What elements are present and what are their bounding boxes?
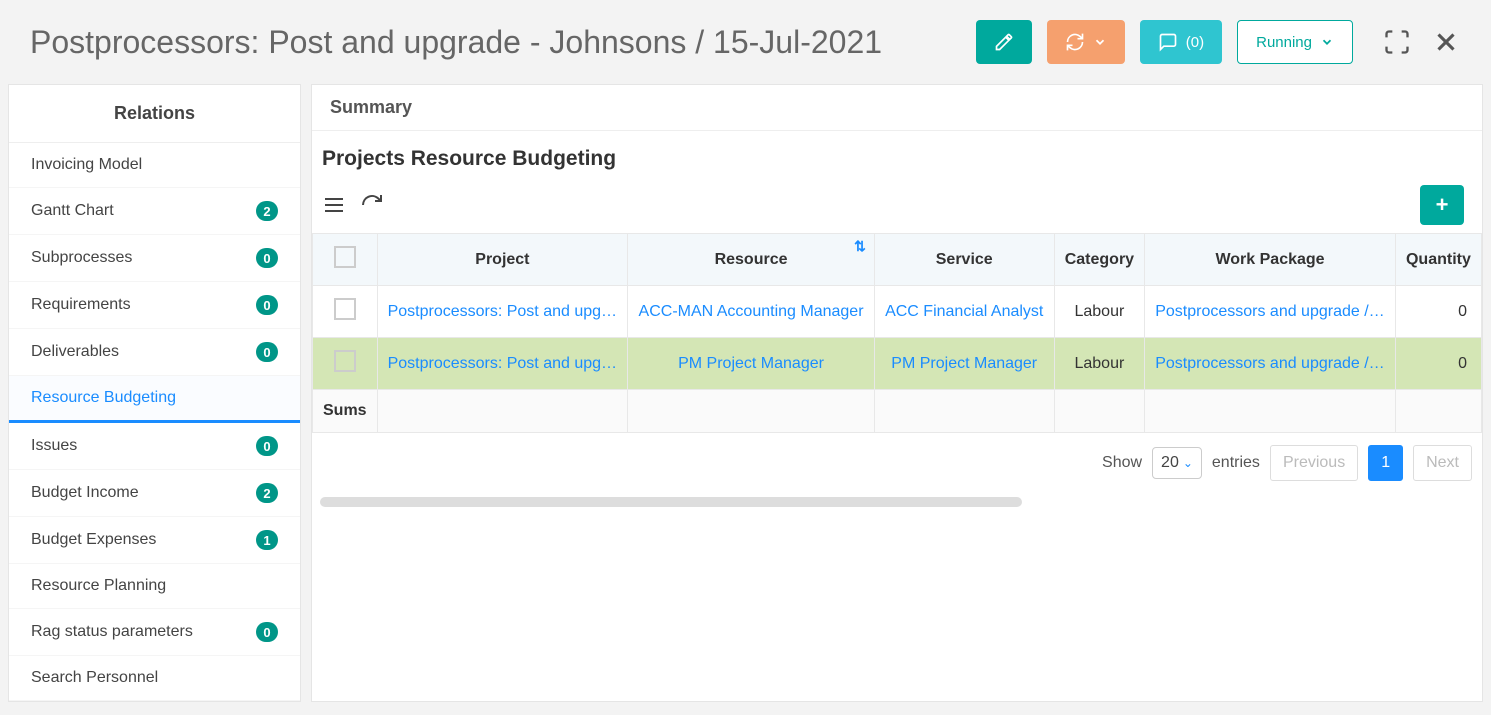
- sidebar-item-label: Gantt Chart: [31, 202, 114, 220]
- entries-label: entries: [1212, 454, 1260, 472]
- row-checkbox[interactable]: [313, 338, 378, 390]
- sidebar-item-label: Issues: [31, 437, 77, 455]
- cell-work-package[interactable]: Postprocessors and upgrade / …: [1145, 286, 1396, 338]
- status-dropdown-button[interactable]: Running: [1237, 20, 1353, 64]
- sync-icon: [1065, 32, 1085, 52]
- pencil-icon: [994, 32, 1014, 52]
- pagination: Show 20 ⌄ entries Previous 1 Next: [312, 433, 1482, 493]
- table-toolbar: +: [312, 177, 1482, 233]
- sidebar-item-label: Resource Planning: [31, 577, 166, 595]
- comment-icon: [1158, 32, 1178, 52]
- cell-quantity: 0: [1395, 286, 1481, 338]
- count-badge: 2: [256, 483, 278, 503]
- main-panel: Summary Projects Resource Budgeting +: [311, 84, 1483, 702]
- sidebar-header: Relations: [9, 85, 300, 143]
- sidebar-item-budget-income[interactable]: Budget Income 2: [9, 470, 300, 517]
- page-1-button[interactable]: 1: [1368, 445, 1403, 481]
- page-header: Postprocessors: Post and upgrade - Johns…: [0, 0, 1491, 84]
- col-work-package[interactable]: Work Package: [1145, 234, 1396, 286]
- col-quantity[interactable]: Quantity: [1395, 234, 1481, 286]
- close-icon[interactable]: [1431, 27, 1461, 57]
- cell-service[interactable]: PM Project Manager: [874, 338, 1054, 390]
- sidebar-item-label: Subprocesses: [31, 249, 132, 267]
- sidebar-item-label: Budget Expenses: [31, 531, 156, 549]
- sidebar-item-resource-budgeting[interactable]: Resource Budgeting: [9, 376, 300, 423]
- chevron-down-icon: [1093, 35, 1107, 49]
- sidebar-item-label: Deliverables: [31, 343, 119, 361]
- comments-count: (0): [1186, 34, 1204, 51]
- sync-dropdown-button[interactable]: [1047, 20, 1125, 64]
- sidebar-item-requirements[interactable]: Requirements 0: [9, 282, 300, 329]
- next-page-button[interactable]: Next: [1413, 445, 1472, 481]
- summary-tab[interactable]: Summary: [312, 85, 1482, 131]
- count-badge: 1: [256, 530, 278, 550]
- cell-resource[interactable]: PM Project Manager: [628, 338, 875, 390]
- resource-budgeting-table: Project Resource⇅ Service Category Work …: [312, 233, 1482, 433]
- page-size-select[interactable]: 20 ⌄: [1152, 447, 1202, 479]
- refresh-icon[interactable]: [360, 193, 384, 217]
- col-project[interactable]: Project: [377, 234, 628, 286]
- add-button[interactable]: +: [1420, 185, 1464, 225]
- sidebar-item-issues[interactable]: Issues 0: [9, 423, 300, 470]
- col-category[interactable]: Category: [1054, 234, 1145, 286]
- cell-work-package[interactable]: Postprocessors and upgrade / …: [1145, 338, 1396, 390]
- sidebar-item-label: Budget Income: [31, 484, 139, 502]
- plus-icon: +: [1436, 192, 1449, 217]
- table-row[interactable]: Postprocessors: Post and upgr… ACC-MAN A…: [313, 286, 1482, 338]
- sidebar-item-search-personnel[interactable]: Search Personnel: [9, 656, 300, 701]
- horizontal-scrollbar[interactable]: [320, 497, 1022, 507]
- count-badge: 0: [256, 436, 278, 456]
- sidebar-item-label: Resource Budgeting: [31, 389, 176, 407]
- comments-button[interactable]: (0): [1140, 20, 1222, 64]
- table-row[interactable]: Postprocessors: Post and upgr… PM Projec…: [313, 338, 1482, 390]
- chevron-down-icon: ⌄: [1183, 456, 1193, 470]
- fullscreen-icon[interactable]: [1383, 28, 1411, 56]
- sidebar-item-label: Invoicing Model: [31, 156, 142, 174]
- chevron-down-icon: [1320, 35, 1334, 49]
- sidebar-item-label: Requirements: [31, 296, 131, 314]
- sidebar-item-deliverables[interactable]: Deliverables 0: [9, 329, 300, 376]
- show-label: Show: [1102, 454, 1142, 472]
- relations-sidebar: Relations Invoicing Model Gantt Chart 2 Sub…: [8, 84, 301, 702]
- sidebar-item-gantt-chart[interactable]: Gantt Chart 2: [9, 188, 300, 235]
- page-title: Postprocessors: Post and upgrade - Johns…: [30, 24, 961, 61]
- cell-project[interactable]: Postprocessors: Post and upgr…: [377, 286, 628, 338]
- sidebar-item-label: Search Personnel: [31, 669, 158, 687]
- col-service[interactable]: Service: [874, 234, 1054, 286]
- sort-icon: ⇅: [854, 238, 866, 255]
- col-resource[interactable]: Resource⇅: [628, 234, 875, 286]
- sidebar-item-budget-expenses[interactable]: Budget Expenses 1: [9, 517, 300, 564]
- sidebar-item-resource-planning[interactable]: Resource Planning: [9, 564, 300, 609]
- status-label: Running: [1256, 34, 1312, 51]
- cell-project[interactable]: Postprocessors: Post and upgr…: [377, 338, 628, 390]
- row-checkbox[interactable]: [313, 286, 378, 338]
- count-badge: 0: [256, 622, 278, 642]
- cell-category: Labour: [1054, 286, 1145, 338]
- count-badge: 2: [256, 201, 278, 221]
- count-badge: 0: [256, 342, 278, 362]
- sidebar-item-invoicing-model[interactable]: Invoicing Model: [9, 143, 300, 188]
- sidebar-item-label: Rag status parameters: [31, 623, 193, 641]
- count-badge: 0: [256, 295, 278, 315]
- count-badge: 0: [256, 248, 278, 268]
- edit-button[interactable]: [976, 20, 1032, 64]
- sums-label: Sums: [313, 390, 378, 433]
- section-title: Projects Resource Budgeting: [312, 141, 1482, 177]
- cell-category: Labour: [1054, 338, 1145, 390]
- cell-resource[interactable]: ACC-MAN Accounting Manager: [628, 286, 875, 338]
- menu-icon[interactable]: [322, 193, 346, 217]
- sidebar-item-rag-status-parameters[interactable]: Rag status parameters 0: [9, 609, 300, 656]
- cell-quantity: 0: [1395, 338, 1481, 390]
- select-all-header[interactable]: [313, 234, 378, 286]
- cell-service[interactable]: ACC Financial Analyst: [874, 286, 1054, 338]
- sidebar-item-subprocesses[interactable]: Subprocesses 0: [9, 235, 300, 282]
- sums-row: Sums: [313, 390, 1482, 433]
- prev-page-button[interactable]: Previous: [1270, 445, 1358, 481]
